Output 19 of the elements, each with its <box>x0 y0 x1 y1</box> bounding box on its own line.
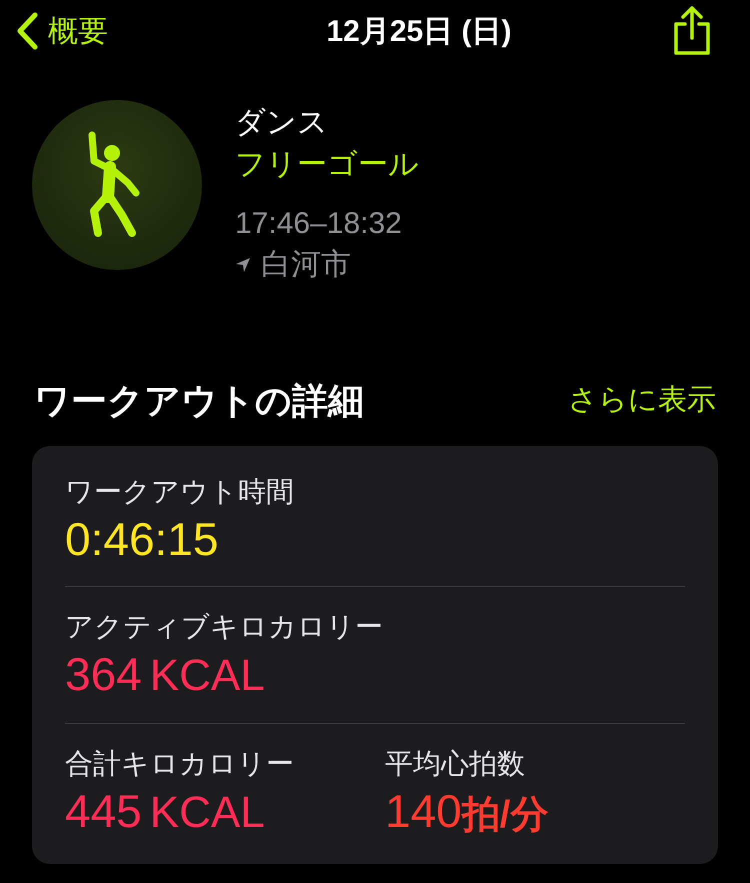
workout-time: 17:46–18:32 <box>235 206 403 242</box>
metric-value: 364 KCAL <box>65 647 266 702</box>
show-more-link[interactable]: さらに表示 <box>568 379 716 423</box>
page-title: 12月25日 (日) <box>326 14 512 50</box>
metric-label: ワークアウト時間 <box>65 475 295 509</box>
chevron-left-icon <box>16 12 38 50</box>
metric-value: 445 KCAL <box>65 784 266 839</box>
workout-goal: フリーゴール <box>235 147 419 183</box>
metric-value: 140拍/分 <box>385 784 550 839</box>
back-button[interactable]: 概要 <box>16 8 108 54</box>
metric-label: アクティブキロカロリー <box>65 610 384 644</box>
location-arrow-icon <box>235 257 251 273</box>
workout-location: 白河市 <box>261 247 351 283</box>
section-title: ワークアウトの詳細 <box>34 379 364 423</box>
metric-label: 平均心拍数 <box>385 747 526 781</box>
workout-type: ダンス <box>235 105 329 141</box>
metric-label: 合計キロカロリー <box>65 747 295 781</box>
share-icon <box>672 6 712 56</box>
metric-value: 0:46:15 <box>65 512 220 567</box>
